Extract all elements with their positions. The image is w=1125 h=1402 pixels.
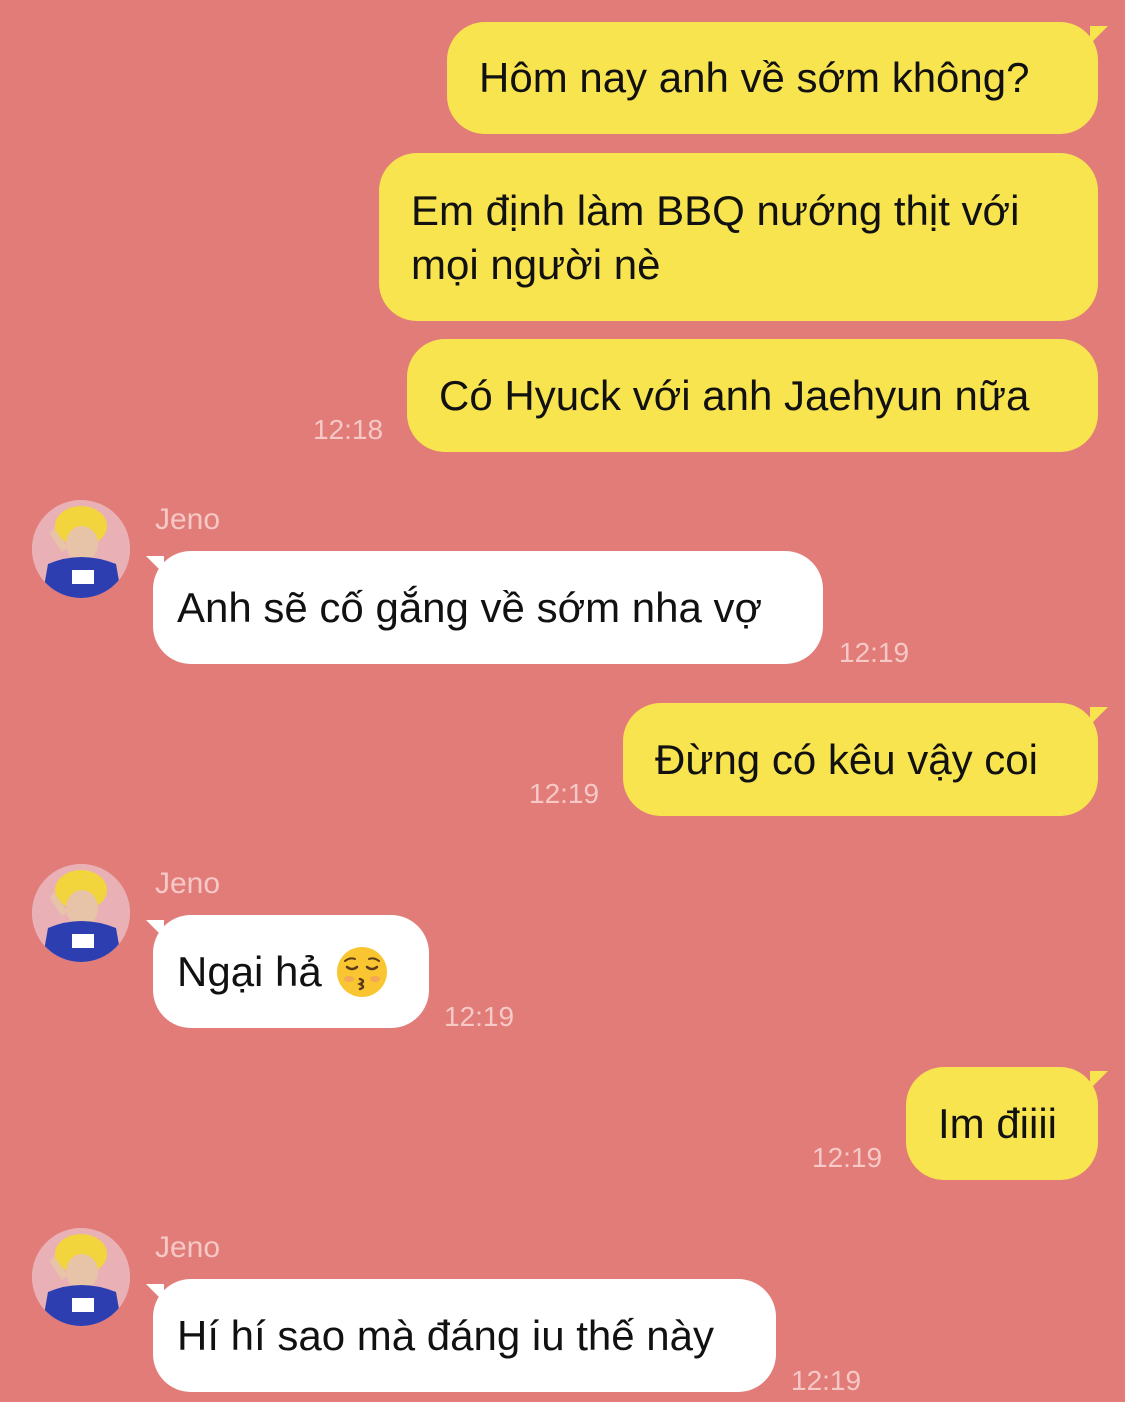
message-text-line: Em định làm BBQ nướng thịt với [411,187,1020,234]
message-timestamp: 12:19 [529,778,600,809]
message-timestamp: 12:19 [812,1142,883,1173]
contact-avatar[interactable] [32,500,130,598]
sender-name: Jeno [155,503,221,536]
message-text: Anh sẽ cố gắng về sớm nha vợ [177,584,763,631]
incoming-message-bubble[interactable]: Anh sẽ cố gắng về sớm nha vợ [153,551,823,664]
message-text: Hôm nay anh về sớm không? [479,54,1030,101]
contact-avatar[interactable] [32,864,130,962]
avatar-photo [32,1228,130,1326]
incoming-message-bubble[interactable]: Hí hí sao mà đáng iu thế này [153,1279,776,1392]
outgoing-message-bubble[interactable]: Hôm nay anh về sớm không? [447,22,1098,134]
outgoing-message-bubble[interactable]: Có Hyuck với anh Jaehyun nữa [407,339,1098,452]
message-text: Ngại hả [177,948,322,995]
message-timestamp: 12:19 [444,1001,515,1032]
sender-name: Jeno [155,1231,221,1264]
message-text: Có Hyuck với anh Jaehyun nữa [439,372,1030,419]
kissing-face-emoji-icon [336,947,387,997]
outgoing-message-bubble[interactable]: Đừng có kêu vậy coi [623,703,1098,816]
avatar-photo [32,864,130,962]
message-text: Đừng có kêu vậy coi [655,736,1038,783]
outgoing-message-bubble[interactable]: Im điiii [906,1067,1098,1180]
message-text: Hí hí sao mà đáng iu thế này [177,1312,714,1359]
bubble-tail [1090,707,1108,725]
bubble-tail [1090,26,1108,44]
outgoing-message-bubble[interactable]: Em định làm BBQ nướng thịt với mọi người… [379,153,1098,321]
sender-name: Jeno [155,867,221,900]
message-text-row: Ngại hả [177,945,405,999]
message-text: Im điiii [938,1100,1058,1147]
message-text-line: mọi người nè [411,241,661,288]
avatar-photo [32,500,130,598]
message-timestamp: 12:19 [791,1365,862,1396]
message-timestamp: 12:18 [313,414,384,445]
contact-avatar[interactable] [32,1228,130,1326]
incoming-message-bubble[interactable]: Ngại hả [153,915,429,1028]
message-timestamp: 12:19 [839,637,910,668]
bubble-tail [1090,1071,1108,1089]
